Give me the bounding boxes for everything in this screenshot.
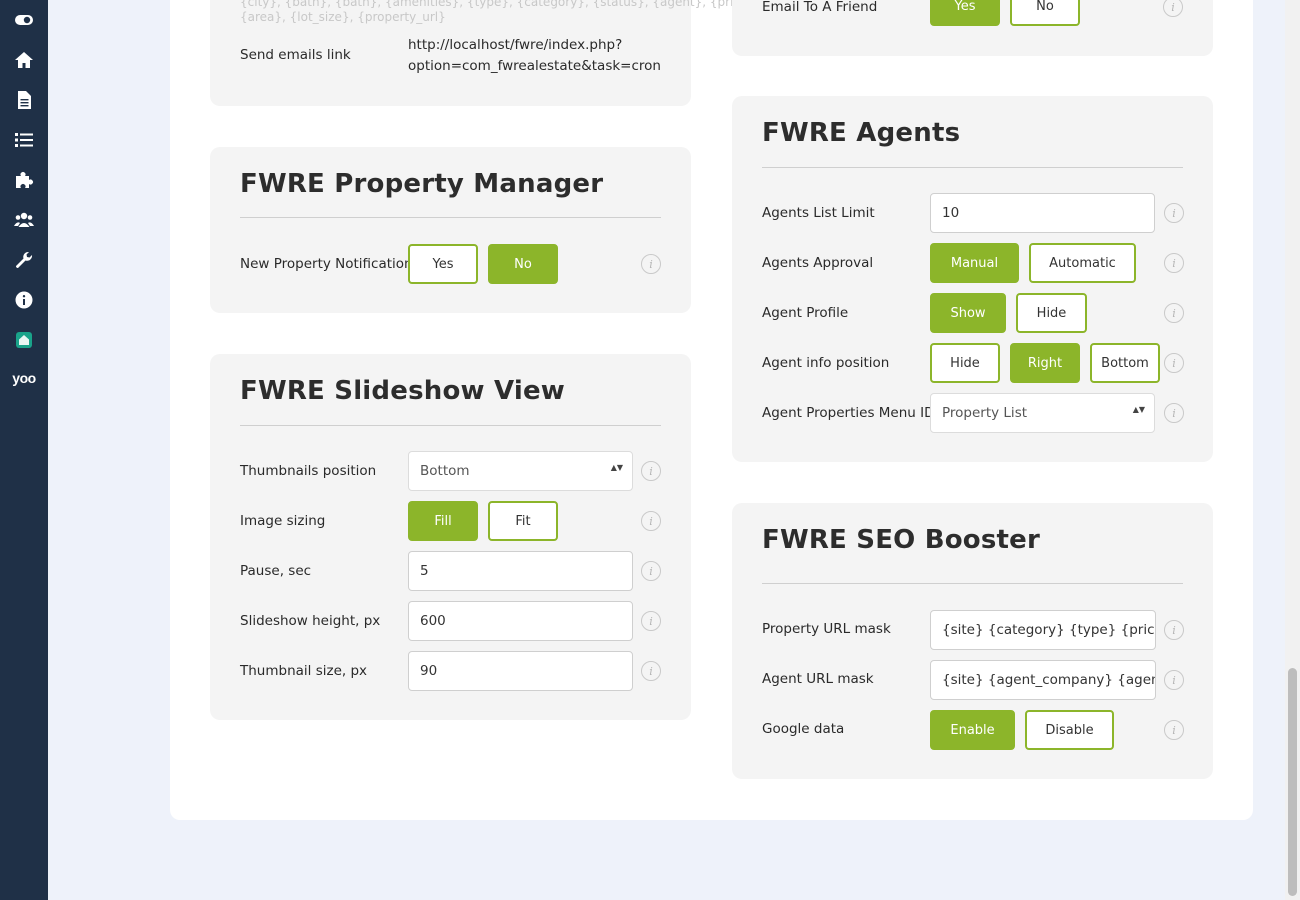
image-sizing-fill-button[interactable]: Fill [408,501,478,541]
agent-properties-menu-id-label: Agent Properties Menu ID [762,405,935,421]
divider [240,425,661,426]
property-url-mask-label: Property URL mask [762,621,891,637]
google-data-disable-button[interactable]: Disable [1025,710,1114,750]
select-value: Property List [942,405,1028,421]
email-friend-panel: Email To A Friend Yes No i [732,0,1213,56]
agents-panel: FWRE Agents Agents List Limit 10 i Agent… [732,96,1213,462]
info-icon[interactable]: i [1164,353,1184,373]
divider [240,217,661,218]
property-url-mask-input[interactable]: {site} {category} {type} {price} [930,610,1156,650]
approval-automatic-button[interactable]: Automatic [1029,243,1136,283]
info-icon[interactable] [0,280,48,320]
agent-url-mask-label: Agent URL mask [762,671,874,687]
document-icon[interactable] [0,80,48,120]
profile-hide-button[interactable]: Hide [1016,293,1087,333]
yoo-logo-icon[interactable]: yoo [0,358,48,398]
info-icon[interactable]: i [1164,253,1184,273]
agent-properties-menu-select[interactable]: Property List ▲▼ [930,393,1155,433]
agent-url-mask-input[interactable]: {site} {agent_company} {agent_name} [930,660,1156,700]
email-template-tags-2: {area}, {lot_size}, {property_url} [240,10,446,24]
slideshow-height-input[interactable]: 600 [408,601,633,641]
send-emails-link-line1: http://localhost/fwre/index.php? [408,37,623,53]
pause-label: Pause, sec [240,563,312,579]
slideshow-panel: FWRE Slideshow View Thumbnails position … [210,354,691,720]
email-template-tags: {city}, {bath}, {bath}, {amenities}, {ty… [240,0,759,9]
info-icon[interactable]: i [641,254,661,274]
toggle-icon[interactable] [0,0,48,40]
scrollbar-thumb[interactable] [1288,668,1297,896]
agents-list-limit-label: Agents List Limit [762,205,875,221]
info-position-bottom-button[interactable]: Bottom [1090,343,1160,383]
agents-list-limit-input[interactable]: 10 [930,193,1155,233]
slideshow-height-label: Slideshow height, px [240,613,381,629]
agent-profile-label: Agent Profile [762,305,849,321]
info-icon[interactable]: i [1164,403,1184,423]
sidebar: yoo [0,0,48,900]
google-data-enable-button[interactable]: Enable [930,710,1015,750]
divider [762,583,1183,584]
email-friend-yes-button[interactable]: Yes [930,0,1000,26]
pause-input[interactable]: 5 [408,551,633,591]
image-sizing-label: Image sizing [240,513,326,529]
select-value: Bottom [420,463,470,479]
panel-title: FWRE SEO Booster [762,525,1041,555]
divider [762,167,1183,168]
google-data-label: Google data [762,721,845,737]
email-friend-no-button[interactable]: No [1010,0,1080,26]
image-sizing-fit-button[interactable]: Fit [488,501,558,541]
thumbnail-size-input[interactable]: 90 [408,651,633,691]
notification-yes-button[interactable]: Yes [408,244,478,284]
users-icon[interactable] [0,200,48,240]
send-emails-label: Send emails link [240,47,351,63]
seo-booster-panel: FWRE SEO Booster Property URL mask {site… [732,503,1213,779]
profile-show-button[interactable]: Show [930,293,1006,333]
info-position-hide-button[interactable]: Hide [930,343,1000,383]
agents-approval-label: Agents Approval [762,255,874,271]
page-scrollbar[interactable] [1285,0,1300,900]
panel-title: FWRE Agents [762,118,961,148]
house-app-icon[interactable] [0,320,48,360]
agent-info-position-label: Agent info position [762,355,890,371]
info-icon[interactable]: i [641,561,661,581]
info-position-right-button[interactable]: Right [1010,343,1080,383]
wrench-icon[interactable] [0,240,48,280]
new-property-notification-label: New Property Notification [240,256,413,272]
info-icon[interactable]: i [1164,303,1184,323]
info-icon[interactable]: i [1163,0,1183,17]
select-arrows-icon: ▲▼ [1132,405,1145,414]
property-manager-panel: FWRE Property Manager New Property Notif… [210,147,691,313]
panel-title: FWRE Slideshow View [240,376,566,406]
thumbnails-position-select[interactable]: Bottom ▲▼ [408,451,633,491]
approval-manual-button[interactable]: Manual [930,243,1019,283]
info-icon[interactable]: i [641,661,661,681]
info-icon[interactable]: i [1164,670,1184,690]
info-icon[interactable]: i [1164,720,1184,740]
email-settings-panel: {city}, {bath}, {bath}, {amenities}, {ty… [210,0,759,106]
notification-no-button[interactable]: No [488,244,558,284]
send-emails-link-line2: option=com_fwrealestate&task=cron [408,58,661,74]
home-icon[interactable] [0,40,48,80]
thumbnail-size-label: Thumbnail size, px [240,663,368,679]
panel-title: FWRE Property Manager [240,169,604,199]
select-arrows-icon: ▲▼ [610,463,623,472]
list-icon[interactable] [0,120,48,160]
info-icon[interactable]: i [1164,620,1184,640]
info-icon[interactable]: i [1164,203,1184,223]
email-friend-label: Email To A Friend [762,0,878,15]
info-icon[interactable]: i [641,511,661,531]
puzzle-icon[interactable] [0,160,48,200]
info-icon[interactable]: i [641,461,661,481]
thumbnails-position-label: Thumbnails position [240,463,377,479]
info-icon[interactable]: i [641,611,661,631]
